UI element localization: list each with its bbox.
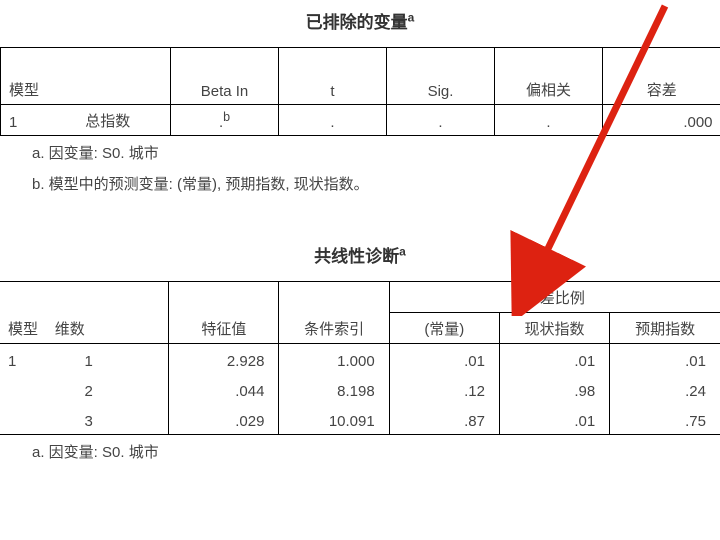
cell-exp: .24 bbox=[610, 374, 720, 404]
cell-eigen: .044 bbox=[169, 374, 279, 404]
hdr2-cur: 现状指数 bbox=[499, 313, 609, 344]
cell-var-name: 总指数 bbox=[46, 105, 171, 136]
cell-eigen: 2.928 bbox=[169, 344, 279, 375]
note-a-t1: a. 因变量: S0. 城市 bbox=[32, 142, 720, 163]
hdr-t: t bbox=[279, 48, 387, 105]
hdr-beta-in: Beta In bbox=[171, 48, 279, 105]
table-row: 3 .029 10.091 .87 .01 .75 bbox=[0, 404, 720, 435]
table-row: 1 总指数 .b . . . .000 bbox=[1, 105, 720, 136]
hdr-partial: 偏相关 bbox=[495, 48, 603, 105]
cell-cur: .01 bbox=[499, 404, 609, 435]
hdr-sig: Sig. bbox=[387, 48, 495, 105]
cell-dim: 2 bbox=[76, 374, 168, 404]
hdr-model: 模型 bbox=[1, 48, 171, 105]
cell-model bbox=[0, 374, 76, 404]
cell-const: .01 bbox=[389, 344, 499, 375]
cell-model bbox=[0, 404, 76, 435]
cell-const: .87 bbox=[389, 404, 499, 435]
hdr2-model-dim: 模型 维数 bbox=[0, 282, 169, 344]
cell-sig: . bbox=[387, 105, 495, 136]
cell-eigen: .029 bbox=[169, 404, 279, 435]
cell-cond: 1.000 bbox=[279, 344, 389, 375]
cell-cur: .98 bbox=[499, 374, 609, 404]
cell-cond: 10.091 bbox=[279, 404, 389, 435]
table-row: 2 .044 8.198 .12 .98 .24 bbox=[0, 374, 720, 404]
cell-partial: . bbox=[495, 105, 603, 136]
collinearity-title: 共线性诊断a bbox=[0, 242, 720, 267]
cell-exp: .75 bbox=[610, 404, 720, 435]
cell-dim: 1 bbox=[76, 344, 168, 375]
cell-tolerance: .000 bbox=[603, 105, 720, 136]
collinearity-table: 模型 维数 特征值 条件索引 方差比例 (常量) 现状指数 预期指数 1 1 2… bbox=[0, 281, 720, 435]
hdr2-exp: 预期指数 bbox=[610, 313, 720, 344]
cell-model: 1 bbox=[0, 344, 76, 375]
hdr2-const: (常量) bbox=[389, 313, 499, 344]
table-row: 1 1 2.928 1.000 .01 .01 .01 bbox=[0, 344, 720, 375]
note-a-t2: a. 因变量: S0. 城市 bbox=[32, 441, 720, 462]
hdr-tolerance: 容差 bbox=[603, 48, 720, 105]
cell-const: .12 bbox=[389, 374, 499, 404]
cell-exp: .01 bbox=[610, 344, 720, 375]
cell-beta-in: .b bbox=[171, 105, 279, 136]
note-b-t1: b. 模型中的预测变量: (常量), 预期指数, 现状指数。 bbox=[32, 173, 720, 194]
excluded-vars-title: 已排除的变量a bbox=[0, 8, 720, 33]
excluded-vars-table: 模型 Beta In t Sig. 偏相关 容差 1 总指数 .b . . . … bbox=[0, 47, 720, 136]
cell-dim: 3 bbox=[76, 404, 168, 435]
hdr2-cond: 条件索引 bbox=[279, 282, 389, 344]
cell-cur: .01 bbox=[499, 344, 609, 375]
hdr2-eigen: 特征值 bbox=[169, 282, 279, 344]
hdr2-varprop-group: 方差比例 bbox=[389, 282, 720, 313]
cell-model-no: 1 bbox=[1, 105, 46, 136]
cell-t: . bbox=[279, 105, 387, 136]
cell-cond: 8.198 bbox=[279, 374, 389, 404]
